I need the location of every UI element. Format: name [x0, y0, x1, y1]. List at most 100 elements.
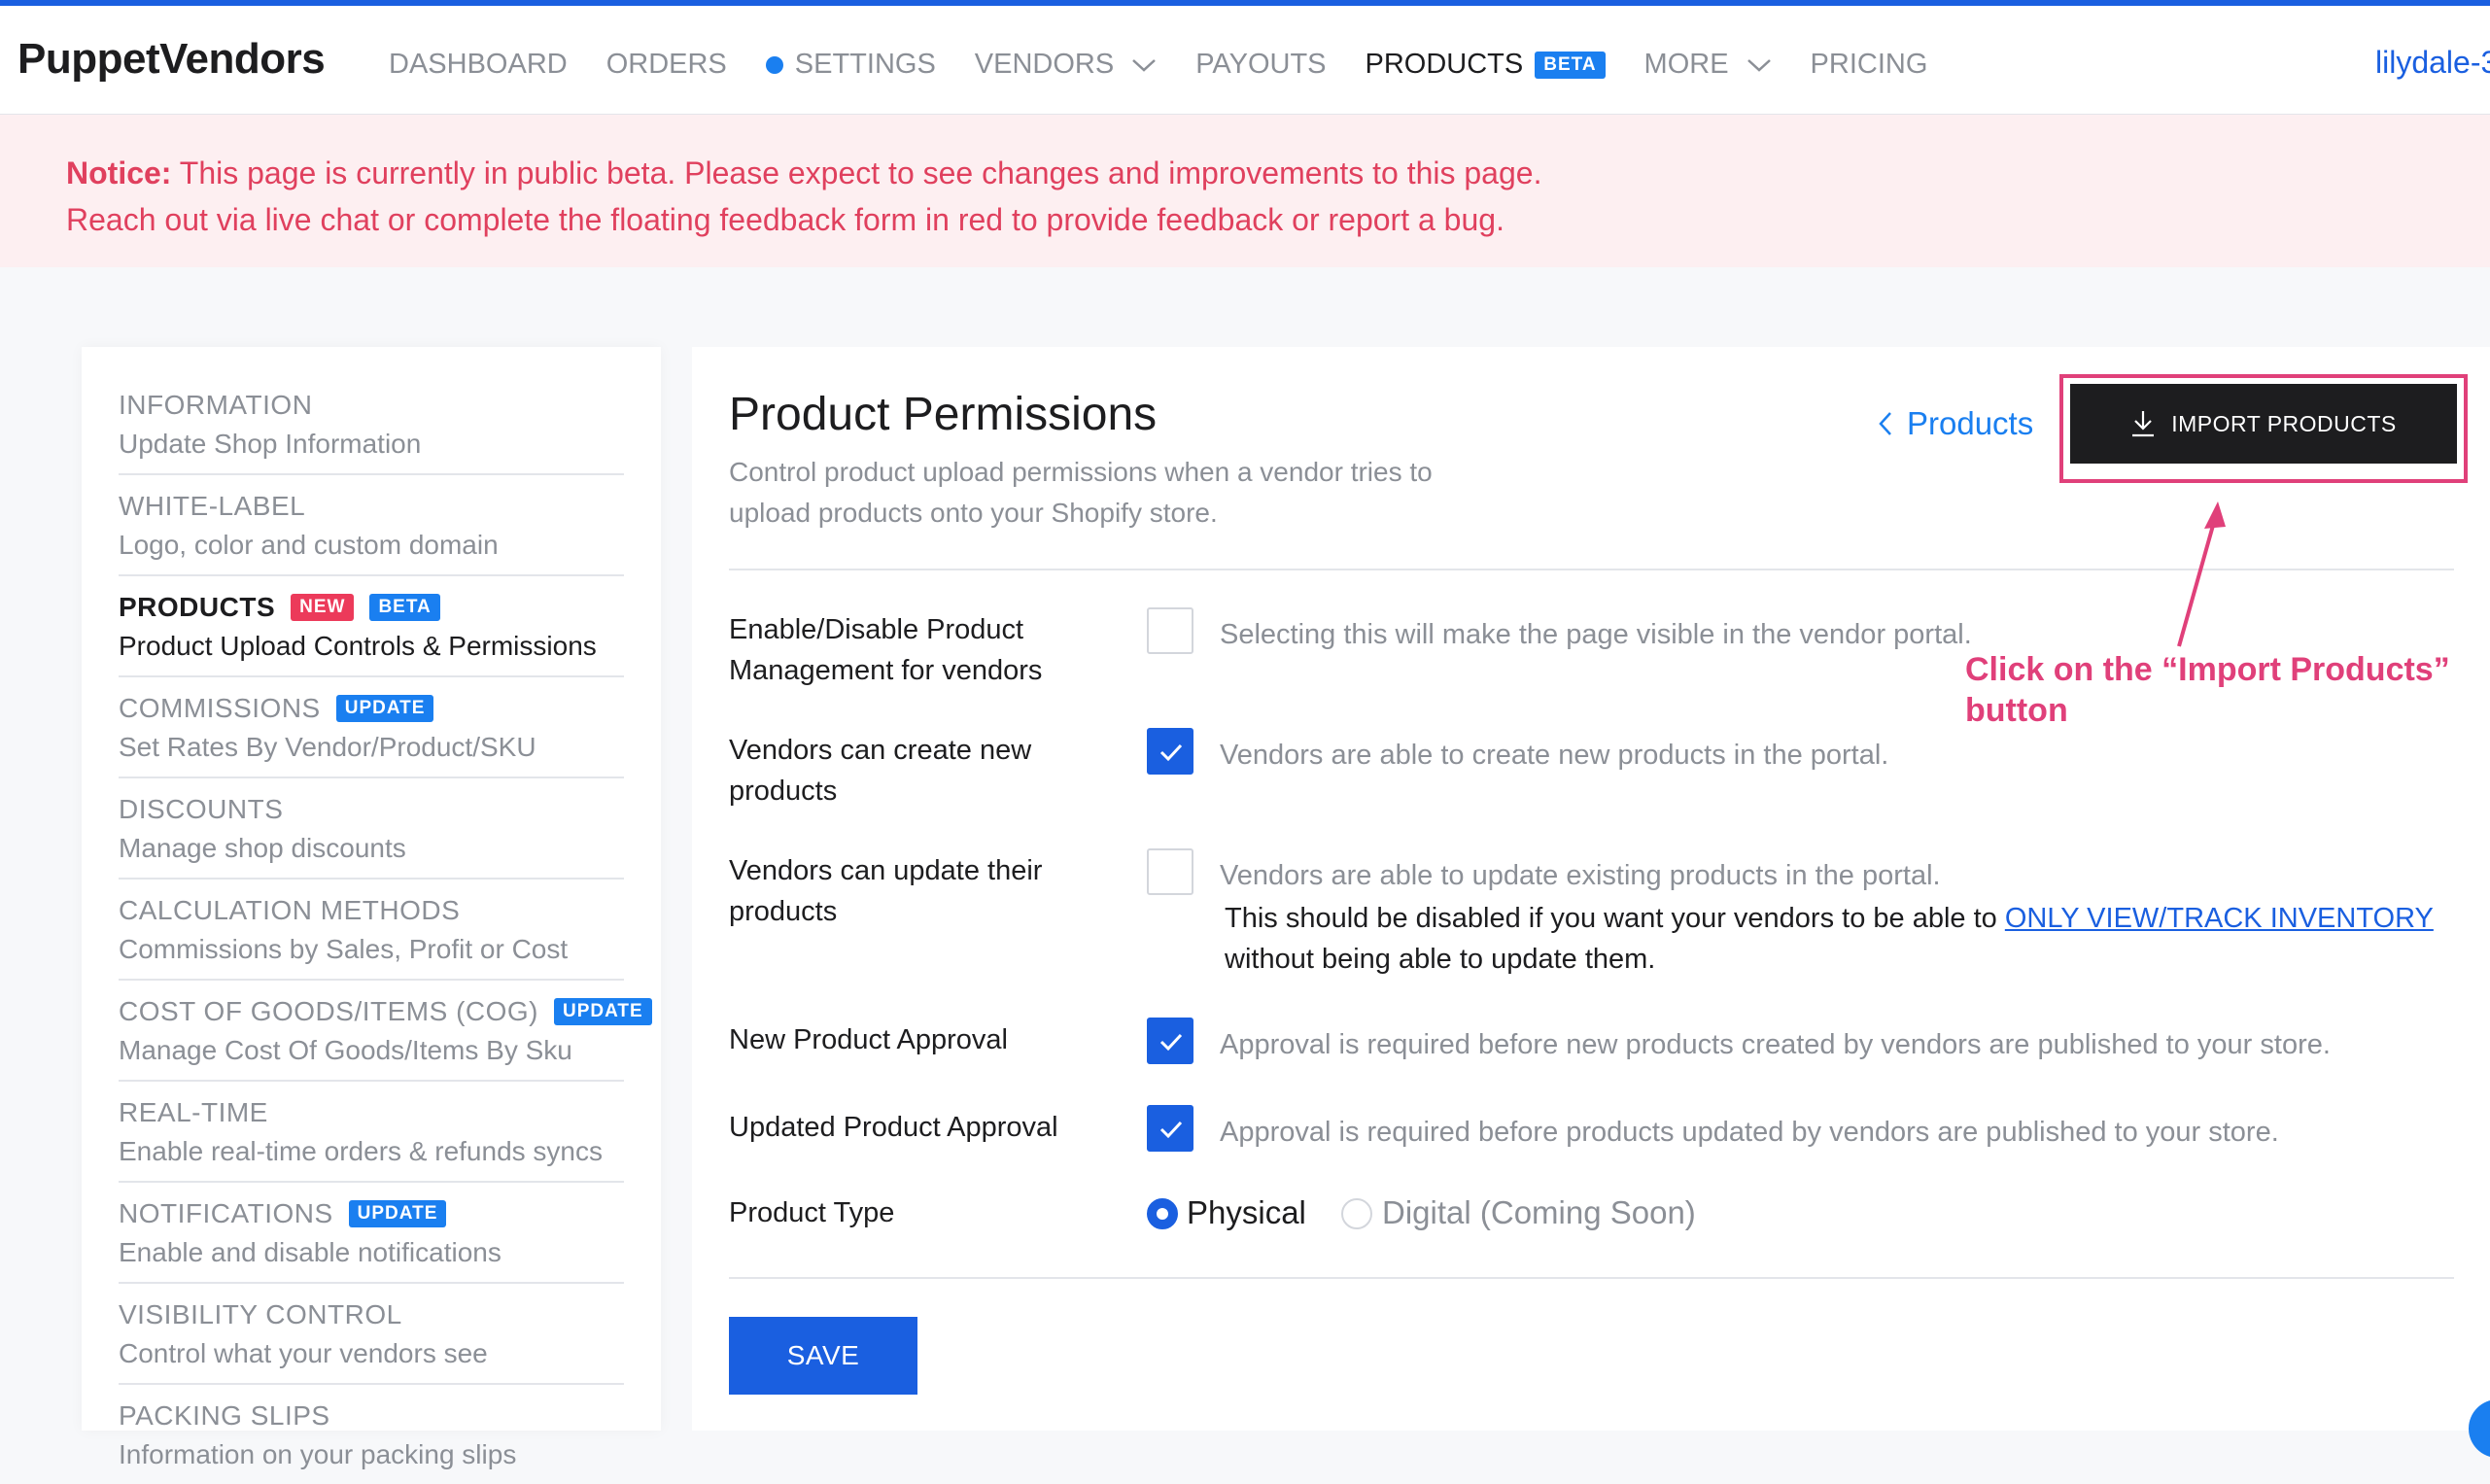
- checkmark-icon: [1159, 1121, 1183, 1139]
- save-button[interactable]: SAVE: [729, 1317, 917, 1395]
- nav-more[interactable]: MORE: [1644, 49, 1772, 81]
- permission-description: Selecting this will make the page visibl…: [1220, 619, 1972, 650]
- nav-orders[interactable]: ORDERS: [606, 49, 727, 81]
- divider: [729, 1277, 2454, 1279]
- permission-label-updated-approval: Updated Product Approval: [729, 1107, 1118, 1148]
- status-dot-icon: [765, 55, 783, 74]
- sidebar-item-title-row: PRODUCTS NEW BETA: [119, 588, 624, 627]
- notice-text-1: This page is currently in public beta. P…: [179, 155, 1542, 190]
- checkmark-icon: [1159, 743, 1183, 762]
- nav-settings[interactable]: SETTINGS: [765, 49, 936, 81]
- sidebar-item-title: INFORMATION: [119, 390, 313, 420]
- import-products-label: IMPORT PRODUCTS: [2171, 410, 2397, 436]
- checkmark-icon: [1159, 1033, 1183, 1052]
- nav-products-label: PRODUCTS: [1365, 49, 1524, 80]
- nav-products[interactable]: PRODUCTS BETA: [1366, 49, 1606, 81]
- product-type-physical-radio[interactable]: [1147, 1198, 1178, 1229]
- main-nav: DASHBOARD ORDERS SETTINGS VENDORS PAYOUT…: [389, 49, 1966, 81]
- label-line: products: [729, 776, 838, 807]
- view-track-inventory-link[interactable]: ONLY VIEW/TRACK INVENTORY: [2005, 903, 2434, 934]
- beta-badge: BETA: [369, 594, 440, 621]
- updated-product-approval-checkbox[interactable]: [1147, 1105, 1193, 1152]
- sidebar-item-title: DISCOUNTS: [119, 794, 284, 824]
- label-line: New Product Approval: [729, 1024, 1008, 1055]
- update-products-checkbox[interactable]: [1147, 848, 1193, 895]
- sidebar-item-title-row: COST OF GOODS/ITEMS (COG) UPDATE: [119, 992, 652, 1031]
- download-icon: [2132, 411, 2155, 437]
- sidebar-item-visibility-control[interactable]: VISIBILITY CONTROL Control what your ven…: [119, 1295, 624, 1385]
- user-account-link[interactable]: lilydale-3: [2375, 45, 2490, 81]
- sidebar-item-products[interactable]: PRODUCTS NEW BETA Product Upload Control…: [119, 588, 624, 677]
- nav-payouts-label: PAYOUTS: [1195, 49, 1327, 80]
- annotation-line: button: [1965, 692, 2068, 729]
- import-products-button[interactable]: IMPORT PRODUCTS: [2070, 384, 2457, 464]
- product-type-physical-label[interactable]: Physical: [1187, 1194, 1306, 1231]
- nav-dashboard[interactable]: DASHBOARD: [389, 49, 568, 81]
- label-line: Updated Product Approval: [729, 1112, 1058, 1143]
- note-text: without being able to update them.: [1225, 944, 1656, 975]
- update-badge: UPDATE: [554, 998, 652, 1025]
- nav-more-label: MORE: [1643, 49, 1729, 80]
- sidebar-item-information[interactable]: INFORMATION Update Shop Information: [119, 386, 624, 475]
- new-product-approval-checkbox[interactable]: [1147, 1018, 1193, 1064]
- nav-pricing[interactable]: PRICING: [1811, 49, 1928, 81]
- settings-sidebar: INFORMATION Update Shop Information WHIT…: [82, 347, 661, 1469]
- permission-description: Approval is required before products upd…: [1220, 1117, 2279, 1148]
- permission-label-update-products: Vendors can update their products: [729, 850, 1118, 932]
- annotation-arrow-icon: [2177, 501, 2226, 647]
- sidebar-item-subtitle: Information on your packing slips: [119, 1439, 517, 1469]
- permission-label-enable-management: Enable/Disable Product Management for ve…: [729, 609, 1118, 691]
- create-products-checkbox[interactable]: [1147, 728, 1193, 775]
- page-description: Control product upload permissions when …: [729, 452, 1506, 534]
- new-badge: NEW: [291, 594, 355, 621]
- page-description-line: Control product upload permissions when …: [729, 457, 1433, 487]
- product-type-label: Product Type: [729, 1197, 895, 1228]
- beta-badge: BETA: [1535, 51, 1606, 79]
- sidebar-item-notifications[interactable]: NOTIFICATIONS UPDATE Enable and disable …: [119, 1194, 624, 1284]
- sidebar-item-subtitle: Commissions by Sales, Profit or Cost: [119, 934, 569, 964]
- sidebar-item-subtitle: Manage shop discounts: [119, 833, 406, 863]
- nav-payouts[interactable]: PAYOUTS: [1195, 49, 1326, 81]
- permission-description: Approval is required before new products…: [1220, 1029, 2331, 1060]
- chevron-left-icon: [1879, 412, 1891, 435]
- label-line: Enable/Disable Product: [729, 614, 1024, 645]
- sidebar-item-real-time[interactable]: REAL-TIME Enable real-time orders & refu…: [119, 1093, 624, 1183]
- sidebar-item-subtitle: Set Rates By Vendor/Product/SKU: [119, 732, 536, 762]
- permission-description: Vendors are able to create new products …: [1220, 740, 1889, 771]
- sidebar-item-title-row: NOTIFICATIONS UPDATE: [119, 1194, 624, 1233]
- sidebar-item-subtitle: Logo, color and custom domain: [119, 530, 499, 560]
- product-type-digital-radio: [1341, 1198, 1372, 1229]
- notice-prefix: Notice:: [66, 155, 172, 190]
- enable-management-checkbox[interactable]: [1147, 607, 1193, 654]
- permission-label-new-approval: New Product Approval: [729, 1019, 1118, 1060]
- sidebar-item-subtitle: Manage Cost Of Goods/Items By Sku: [119, 1035, 572, 1065]
- update-badge: UPDATE: [348, 1200, 447, 1227]
- sidebar-item-title: WHITE-LABEL: [119, 491, 306, 521]
- sidebar-item-title: VISIBILITY CONTROL: [119, 1299, 402, 1329]
- sidebar-item-title: CALCULATION METHODS: [119, 895, 461, 925]
- page-title: Product Permissions: [729, 389, 1158, 440]
- notice-line-1: Notice: This page is currently in public…: [66, 150, 2490, 196]
- sidebar-item-title: PRODUCTS: [119, 592, 276, 622]
- nav-dashboard-label: DASHBOARD: [389, 49, 568, 80]
- nav-pricing-label: PRICING: [1810, 49, 1928, 80]
- sidebar-item-cost-of-goods[interactable]: COST OF GOODS/ITEMS (COG) UPDATE Manage …: [119, 992, 652, 1082]
- back-to-products-link[interactable]: Products: [1878, 405, 2033, 442]
- nav-settings-label: SETTINGS: [794, 49, 936, 80]
- sidebar-item-white-label[interactable]: WHITE-LABEL Logo, color and custom domai…: [119, 487, 624, 576]
- sidebar-item-commissions[interactable]: COMMISSIONS UPDATE Set Rates By Vendor/P…: [119, 689, 624, 778]
- label-line: Vendors can update their: [729, 855, 1043, 886]
- permission-description: Vendors are able to update existing prod…: [1220, 860, 1941, 891]
- sidebar-item-subtitle: Product Upload Controls & Permissions: [119, 631, 597, 661]
- permission-label-create-products: Vendors can create new products: [729, 730, 1118, 811]
- top-navbar: PuppetVendors DASHBOARD ORDERS SETTINGS …: [0, 0, 2490, 115]
- nav-vendors[interactable]: VENDORS: [975, 49, 1157, 81]
- brand-logo[interactable]: PuppetVendors: [17, 35, 326, 84]
- sidebar-item-packing-slips[interactable]: PACKING SLIPS Information on your packin…: [119, 1397, 624, 1484]
- notice-text-2: Reach out via live chat or complete the …: [66, 202, 1504, 237]
- label-line: products: [729, 896, 838, 927]
- sidebar-item-subtitle: Update Shop Information: [119, 429, 422, 459]
- sidebar-item-calculation-methods[interactable]: CALCULATION METHODS Commissions by Sales…: [119, 891, 624, 981]
- sidebar-item-discounts[interactable]: DISCOUNTS Manage shop discounts: [119, 790, 624, 880]
- page-description-line: upload products onto your Shopify store.: [729, 498, 1218, 528]
